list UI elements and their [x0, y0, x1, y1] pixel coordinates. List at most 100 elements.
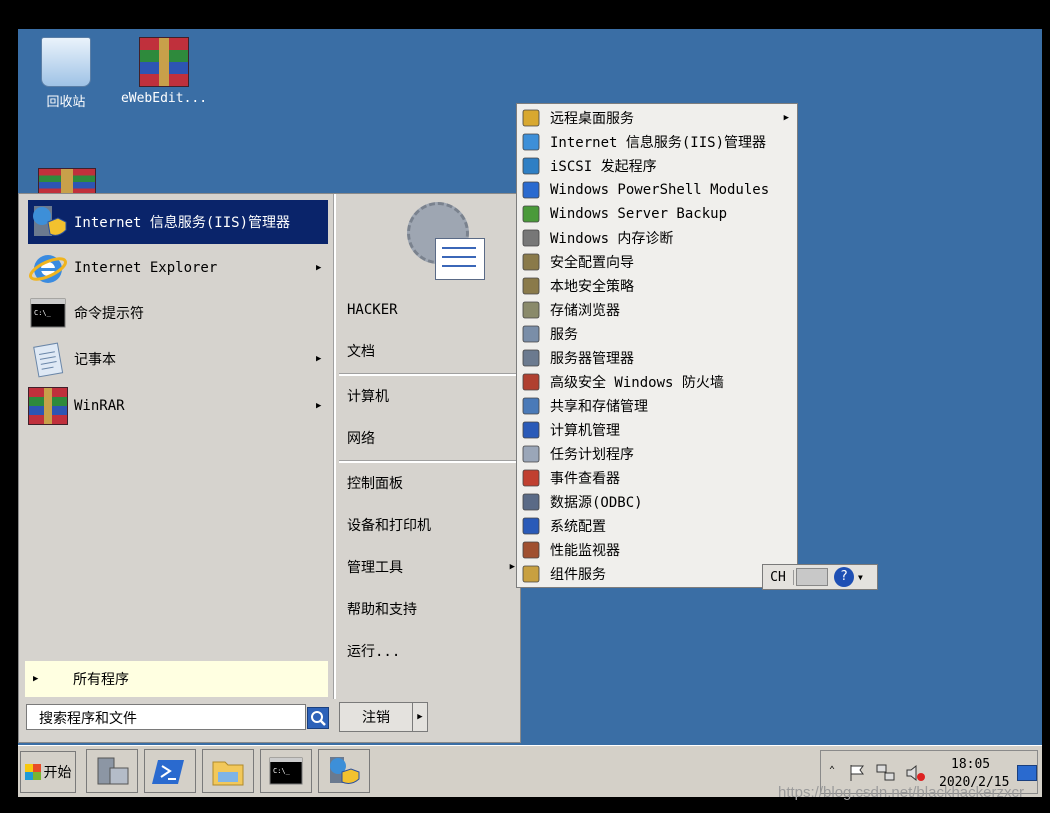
pinned-item-notepad[interactable]: 记事本 ▶ — [28, 337, 328, 381]
internet-explorer-icon — [28, 248, 68, 288]
all-programs-label: 所有程序 — [73, 672, 129, 688]
admin-tool-label: Internet 信息服务(IIS)管理器 — [550, 135, 767, 151]
search-icon — [311, 711, 326, 726]
pinned-item-iis-manager[interactable]: Internet 信息服务(IIS)管理器 — [28, 200, 328, 244]
component-services-icon — [521, 564, 541, 584]
network-icon[interactable] — [875, 763, 897, 783]
right-item-user[interactable]: HACKER — [347, 295, 517, 325]
pinned-item-internet-explorer[interactable]: Internet Explorer ▶ — [28, 246, 328, 290]
admin-tool-item[interactable]: 安全配置向导 — [521, 250, 793, 274]
admin-tool-item[interactable]: 本地安全策略 — [521, 274, 793, 298]
chevron-down-icon[interactable]: ▼ — [858, 573, 868, 582]
admin-tool-item[interactable]: 计算机管理 — [521, 418, 793, 442]
show-hidden-icons-chevron-icon[interactable]: ⌃ — [829, 765, 835, 776]
desktop-icon-recycle-bin[interactable]: 回收站 — [21, 37, 111, 110]
services-gear-icon — [521, 324, 541, 344]
share-storage-icon — [521, 396, 541, 416]
pinned-item-label: 记事本 — [74, 352, 116, 368]
right-item-documents[interactable]: 文档 — [347, 336, 517, 366]
admin-tool-label: 数据源(ODBC) — [550, 495, 643, 511]
admin-tool-item[interactable]: 服务 — [521, 322, 793, 346]
notepad-icon — [28, 339, 68, 379]
admin-tool-item[interactable]: Windows PowerShell Modules — [521, 178, 793, 202]
admin-tool-item[interactable]: 组件服务 — [521, 562, 793, 586]
right-item-label: 计算机 — [347, 389, 389, 405]
storage-explorer-icon — [521, 300, 541, 320]
submenu-arrow-icon: ▶ — [783, 113, 789, 123]
powershell-icon — [152, 760, 184, 784]
command-prompt-icon: C:\_ — [28, 293, 68, 333]
taskbar-button-explorer[interactable] — [202, 749, 254, 793]
admin-tool-label: iSCSI 发起程序 — [550, 159, 657, 175]
show-desktop-icon[interactable] — [1017, 765, 1037, 781]
admin-tool-item[interactable]: 存储浏览器 — [521, 298, 793, 322]
recycle-bin-icon — [41, 37, 91, 87]
admin-tool-label: 本地安全策略 — [550, 279, 634, 295]
svg-text:C:\_: C:\_ — [273, 767, 291, 775]
taskbar-button-server-manager[interactable] — [86, 749, 138, 793]
right-item-run[interactable]: 运行... — [347, 636, 517, 666]
admin-tool-item[interactable]: 远程桌面服务 ▶ — [521, 106, 793, 130]
all-programs[interactable]: ▶ 所有程序 — [25, 661, 328, 697]
admin-tool-item[interactable]: 性能监视器 — [521, 538, 793, 562]
taskbar-button-iis-manager[interactable] — [318, 749, 370, 793]
submenu-arrow-icon: ▶ — [316, 354, 322, 364]
right-item-label: 帮助和支持 — [347, 602, 417, 618]
pane-divider — [333, 194, 336, 699]
iis-manager-icon — [330, 757, 360, 784]
admin-tool-item[interactable]: Internet 信息服务(IIS)管理器 — [521, 130, 793, 154]
keyboard-icon[interactable] — [796, 568, 828, 586]
right-item-label: 运行... — [347, 644, 401, 660]
language-bar: CH ? ▼ — [762, 564, 878, 590]
security-policy-icon — [521, 276, 541, 296]
right-item-control-panel[interactable]: 控制面板 — [347, 468, 517, 498]
right-item-label: 文档 — [347, 344, 375, 360]
admin-tool-label: 远程桌面服务 — [550, 111, 634, 127]
taskbar-button-cmd[interactable]: C:\_ — [260, 749, 312, 793]
admin-tool-label: 服务 — [550, 327, 578, 343]
right-item-admin-tools[interactable]: 管理工具 ▶ — [347, 552, 517, 582]
admin-tool-item[interactable]: 任务计划程序 — [521, 442, 793, 466]
backup-icon — [521, 204, 541, 224]
performance-monitor-icon — [521, 540, 541, 560]
admin-tool-label: 计算机管理 — [550, 423, 620, 439]
winrar-icon — [28, 387, 68, 425]
desktop-icon-ewebedit[interactable]: eWebEdit... — [119, 37, 209, 106]
admin-tool-item[interactable]: 事件查看器 — [521, 466, 793, 490]
pinned-item-winrar[interactable]: WinRAR ▶ — [28, 384, 328, 428]
admin-tool-label: Windows PowerShell Modules — [550, 182, 770, 198]
admin-tool-item[interactable]: 数据源(ODBC) — [521, 490, 793, 514]
language-indicator[interactable]: CH — [763, 569, 794, 585]
right-item-network[interactable]: 网络 — [347, 423, 517, 453]
help-icon[interactable]: ? — [834, 567, 854, 587]
firewall-icon — [521, 372, 541, 392]
admin-tool-item[interactable]: 高级安全 Windows 防火墙 — [521, 370, 793, 394]
admin-tool-item[interactable]: iSCSI 发起程序 — [521, 154, 793, 178]
admin-tool-label: 存储浏览器 — [550, 303, 620, 319]
search-input[interactable]: 搜索程序和文件 — [26, 704, 306, 730]
admin-tool-item[interactable]: Windows 内存诊断 — [521, 226, 793, 250]
right-item-computer[interactable]: 计算机 — [347, 381, 517, 411]
right-item-help-support[interactable]: 帮助和支持 — [347, 594, 517, 624]
admin-tool-item[interactable]: 服务器管理器 — [521, 346, 793, 370]
pinned-item-command-prompt[interactable]: C:\_ 命令提示符 — [28, 291, 328, 335]
iis-manager-icon — [521, 132, 541, 152]
shutdown-options-button[interactable]: ▶ — [412, 702, 428, 732]
volume-muted-icon[interactable] — [905, 763, 927, 783]
start-button[interactable]: 开始 — [20, 751, 76, 793]
svg-text:C:\_: C:\_ — [34, 309, 52, 317]
clock-time[interactable]: 18:05 — [951, 757, 990, 772]
search-button[interactable] — [307, 707, 329, 729]
pinned-item-label: WinRAR — [74, 398, 125, 414]
admin-tool-label: 性能监视器 — [550, 543, 620, 559]
admin-tool-item[interactable]: Windows Server Backup — [521, 202, 793, 226]
admin-tool-item[interactable]: 系统配置 — [521, 514, 793, 538]
admin-tool-label: 系统配置 — [550, 519, 606, 535]
logoff-button[interactable]: 注销 — [339, 702, 413, 732]
winrar-archive-icon — [139, 37, 189, 87]
right-item-devices-printers[interactable]: 设备和打印机 — [347, 510, 517, 540]
action-center-flag-icon[interactable] — [847, 763, 867, 783]
winrar-archive-icon[interactable] — [38, 168, 96, 196]
admin-tool-item[interactable]: 共享和存储管理 — [521, 394, 793, 418]
taskbar-button-powershell[interactable] — [144, 749, 196, 793]
